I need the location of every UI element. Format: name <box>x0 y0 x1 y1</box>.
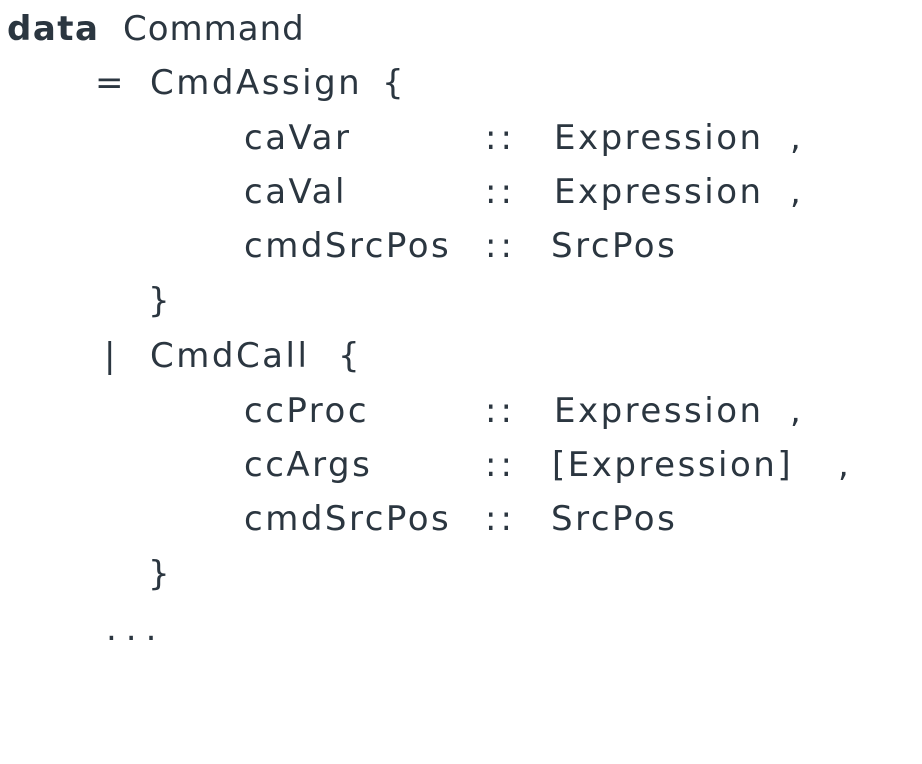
close-brace: } <box>148 554 171 594</box>
constructor-name: CmdAssign <box>150 63 363 103</box>
field-line: ccArgs :: [Expression] , <box>0 438 922 492</box>
close-brace: } <box>148 281 171 321</box>
field-type: SrcPos <box>551 226 678 266</box>
type-signature-separator: :: <box>485 445 516 485</box>
field-name: cmdSrcPos <box>244 499 452 539</box>
open-brace: { <box>382 63 405 103</box>
type-signature-separator: :: <box>485 118 516 158</box>
constructor-line: = CmdAssign { <box>0 56 922 110</box>
keyword-data: data <box>7 9 100 49</box>
field-type: [Expression] <box>552 445 794 485</box>
field-comma: , <box>790 391 802 431</box>
type-signature-separator: :: <box>485 391 516 431</box>
field-line: cmdSrcPos :: SrcPos <box>0 492 922 546</box>
type-signature-separator: :: <box>485 226 516 266</box>
field-comma: , <box>790 118 802 158</box>
constructor-separator: | <box>104 336 117 376</box>
field-name: ccArgs <box>244 445 373 485</box>
field-type: Expression <box>554 172 764 212</box>
field-comma: , <box>838 445 850 485</box>
field-comma: , <box>790 172 802 212</box>
decl-line: data Command <box>0 2 922 56</box>
constructor-line: | CmdCall { <box>0 329 922 383</box>
field-name: caVar <box>244 118 352 158</box>
open-brace: { <box>338 336 361 376</box>
ellipsis-line: ... <box>0 602 922 656</box>
field-type: Expression <box>554 118 764 158</box>
code-block: data Command = CmdAssign { caVar :: Expr… <box>0 0 922 668</box>
field-name: cmdSrcPos <box>244 226 452 266</box>
constructor-separator: = <box>95 63 125 103</box>
type-signature-separator: :: <box>485 499 516 539</box>
field-type: SrcPos <box>551 499 678 539</box>
type-signature-separator: :: <box>485 172 516 212</box>
ellipsis: ... <box>106 609 166 649</box>
field-name: caVal <box>244 172 347 212</box>
close-brace-line: } <box>0 274 922 328</box>
constructor-name: CmdCall <box>150 336 310 376</box>
close-brace-line: } <box>0 547 922 601</box>
field-line: ccProc :: Expression , <box>0 384 922 438</box>
field-line: caVar :: Expression , <box>0 111 922 165</box>
type-name: Command <box>123 9 305 49</box>
field-type: Expression <box>554 391 764 431</box>
field-name: ccProc <box>244 391 370 431</box>
field-line: cmdSrcPos :: SrcPos <box>0 219 922 273</box>
field-line: caVal :: Expression , <box>0 165 922 219</box>
